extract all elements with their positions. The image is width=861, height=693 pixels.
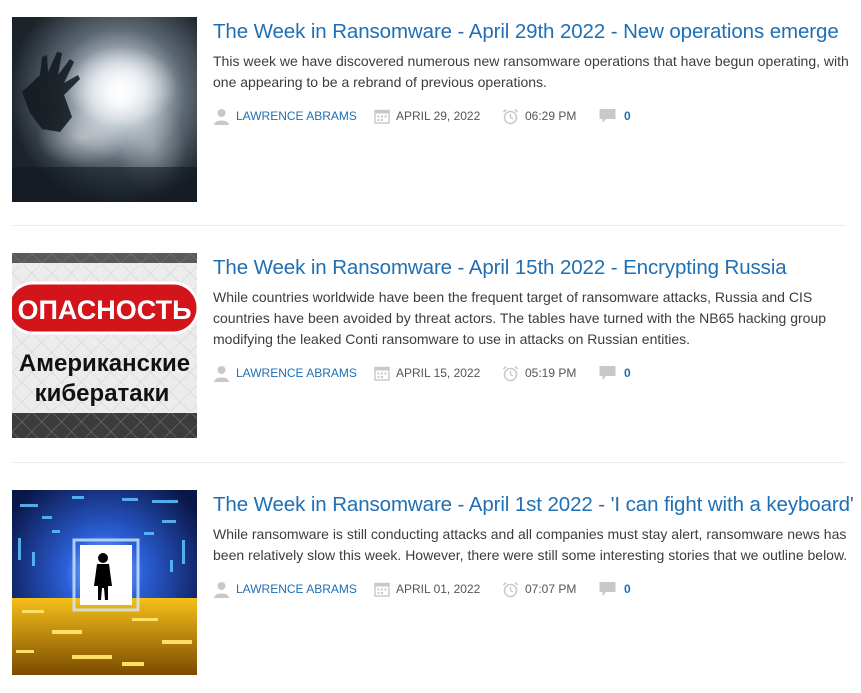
article-thumbnail[interactable] [12, 17, 197, 202]
author-link[interactable]: LAWRENCE ABRAMS [236, 109, 357, 123]
time-block: 07:07 PM [502, 578, 576, 600]
author-block: LAWRENCE ABRAMS [213, 578, 357, 600]
article-date: APRIL 01, 2022 [396, 582, 481, 596]
article-thumbnail[interactable]: ОПАСНОСТЬ Американские кибератаки [12, 253, 197, 438]
article-content: The Week in Ransomware - April 15th 2022… [213, 255, 853, 384]
article-content: The Week in Ransomware - April 1st 2022 … [213, 492, 854, 600]
article-meta: LAWRENCE ABRAMS APRIL 01, 2022 07:07 PM … [213, 578, 853, 600]
smoke-hand-image [12, 17, 197, 202]
article-thumbnail[interactable] [12, 490, 197, 675]
alarm-clock-icon [502, 108, 519, 124]
article-content: The Week in Ransomware - April 29th 2022… [213, 19, 853, 127]
article-title-link[interactable]: The Week in Ransomware - April 15th 2022… [213, 255, 853, 281]
user-icon [214, 581, 229, 598]
user-icon [214, 365, 229, 382]
date-block: APRIL 29, 2022 [374, 105, 480, 127]
article-list: The Week in Ransomware - April 29th 2022… [0, 0, 861, 693]
calendar-icon [374, 582, 390, 597]
calendar-icon [374, 109, 390, 124]
sign-danger-text: ОПАСНОСТЬ [18, 295, 192, 325]
article-excerpt: While countries worldwide have been the … [213, 289, 827, 347]
article-divider [12, 225, 846, 226]
time-block: 06:29 PM [502, 105, 576, 127]
comment-icon [599, 109, 616, 123]
alarm-clock-icon [502, 581, 519, 597]
comment-count-link[interactable]: 0 [624, 366, 631, 380]
sign-line2-text: кибератаки [35, 380, 170, 407]
author-link[interactable]: LAWRENCE ABRAMS [236, 582, 357, 596]
author-link[interactable]: LAWRENCE ABRAMS [236, 366, 357, 380]
article-time: 07:07 PM [525, 582, 577, 596]
article-divider [12, 462, 846, 463]
alarm-clock-icon [502, 365, 519, 381]
article-meta: LAWRENCE ABRAMS APRIL 15, 2022 05:19 PM … [213, 362, 853, 384]
calendar-icon [374, 366, 390, 381]
author-block: LAWRENCE ABRAMS [213, 362, 357, 384]
comment-icon [599, 366, 616, 380]
article-meta: LAWRENCE ABRAMS APRIL 29, 2022 06:29 PM … [213, 105, 853, 127]
comment-count-link[interactable]: 0 [624, 109, 631, 123]
date-block: APRIL 15, 2022 [374, 362, 480, 384]
time-block: 05:19 PM [502, 362, 576, 384]
comment-count-link[interactable]: 0 [624, 582, 631, 596]
danger-sign-image: ОПАСНОСТЬ Американские кибератаки [12, 253, 197, 438]
author-block: LAWRENCE ABRAMS [213, 105, 357, 127]
article-time: 05:19 PM [525, 366, 577, 380]
article-title-link[interactable]: The Week in Ransomware - April 1st 2022 … [213, 492, 854, 518]
comment-icon [599, 582, 616, 596]
comments-block[interactable]: 0 [599, 105, 631, 127]
date-block: APRIL 01, 2022 [374, 578, 480, 600]
sign-line1-text: Американские [19, 350, 190, 377]
user-icon [214, 108, 229, 125]
article-title-link[interactable]: The Week in Ransomware - April 29th 2022… [213, 19, 853, 45]
article-time: 06:29 PM [525, 109, 577, 123]
comments-block[interactable]: 0 [599, 578, 631, 600]
article-excerpt: While ransomware is still conducting att… [213, 526, 848, 563]
article-date: APRIL 15, 2022 [396, 366, 481, 380]
comments-block[interactable]: 0 [599, 362, 631, 384]
cyber-tunnel-image [12, 490, 197, 675]
article-excerpt: This week we have discovered numerous ne… [213, 53, 849, 90]
article-date: APRIL 29, 2022 [396, 109, 481, 123]
